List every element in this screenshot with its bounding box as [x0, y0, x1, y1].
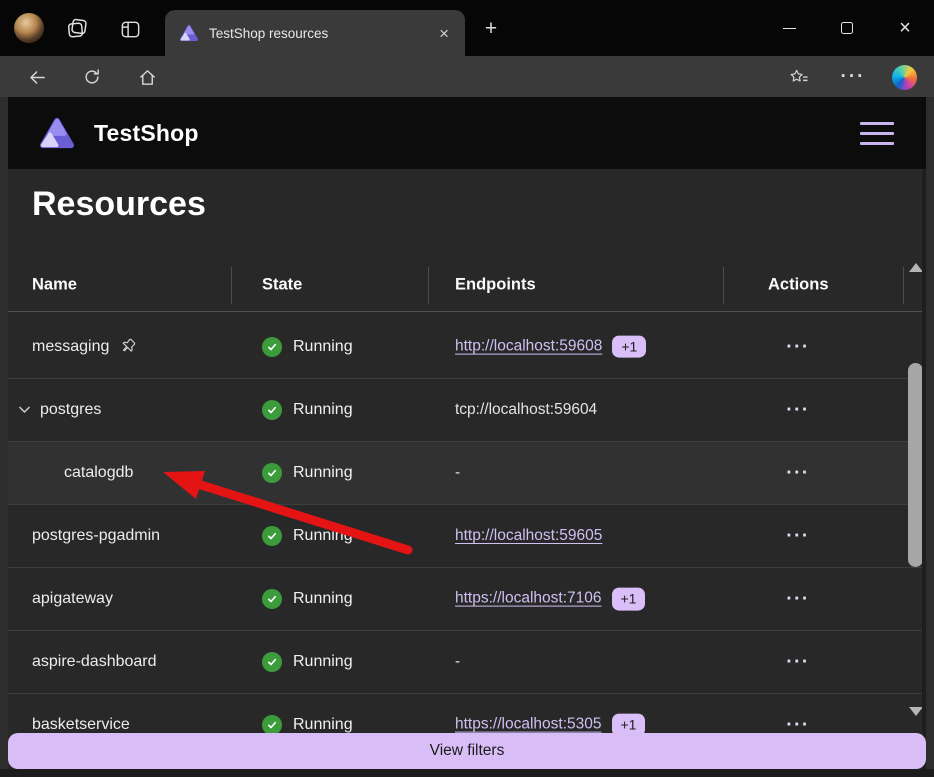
view-filters-button[interactable]: View filters — [8, 733, 926, 769]
resource-name: apigateway — [32, 590, 113, 608]
col-endpoints: Endpoints — [455, 275, 536, 294]
running-check-icon — [262, 715, 282, 735]
state-label: Running — [293, 653, 353, 671]
col-state: State — [262, 275, 302, 294]
col-actions: Actions — [768, 275, 829, 294]
running-check-icon — [262, 526, 282, 546]
profile-avatar[interactable] — [14, 13, 44, 43]
state-label: Running — [293, 527, 353, 545]
browser-window: TestShop resources × + × — [0, 0, 934, 777]
new-tab-button[interactable]: + — [478, 16, 504, 42]
table-header: Name State Endpoints Actions — [8, 258, 926, 312]
row-actions-button[interactable]: ··· — [786, 720, 809, 730]
favicon-testshop — [179, 24, 199, 42]
endpoint-link[interactable]: http://localhost:59608 — [455, 337, 602, 355]
resource-name: postgres-pgadmin — [32, 527, 160, 545]
running-check-icon — [262, 337, 282, 357]
bottom-strip — [0, 769, 934, 777]
state-label: Running — [293, 464, 353, 482]
state-label: Running — [293, 590, 353, 608]
table-row[interactable]: postgres-pgadmin Running http://localhos… — [8, 504, 926, 567]
resource-name: aspire-dashboard — [32, 653, 157, 671]
endpoint-text: tcp://localhost:59604 — [455, 401, 597, 419]
table-row[interactable]: apigateway Running https://localhost:710… — [8, 567, 926, 630]
row-actions-button[interactable]: ··· — [786, 342, 809, 352]
resources-panel: Resources Name State Endpoints Actions m… — [8, 169, 926, 777]
close-tab-icon[interactable]: × — [435, 23, 453, 44]
running-check-icon — [262, 652, 282, 672]
browser-tab-active[interactable]: TestShop resources × — [165, 10, 465, 56]
endpoint-count-badge[interactable]: +1 — [612, 588, 646, 611]
endpoint-text: - — [455, 464, 460, 482]
endpoint-text: - — [455, 653, 460, 671]
toolbar-more-button[interactable]: ··· — [840, 64, 866, 90]
refresh-button[interactable] — [79, 64, 105, 90]
endpoint-link[interactable]: https://localhost:7106 — [455, 590, 602, 608]
endpoint-link[interactable]: http://localhost:59605 — [455, 527, 602, 545]
table-row[interactable]: postgres Running tcp://localhost:59604 ·… — [8, 378, 926, 441]
chevron-down-icon[interactable] — [18, 406, 31, 415]
resource-name: catalogdb — [64, 464, 133, 482]
table-row[interactable]: catalogdb Running - ··· — [8, 441, 926, 504]
window-edge — [922, 169, 926, 777]
running-check-icon — [262, 463, 282, 483]
resource-name: basketservice — [32, 716, 130, 734]
app-header: TestShop — [8, 97, 926, 169]
table-row[interactable]: messaging Running http://localhost:59608… — [8, 315, 926, 378]
row-actions-button[interactable]: ··· — [786, 468, 809, 478]
page-body: TestShop Resources Name State Endpoints … — [0, 97, 934, 777]
maximize-button[interactable] — [826, 14, 868, 42]
scrollbar-thumb[interactable] — [908, 363, 923, 567]
app-brand: TestShop — [94, 120, 199, 147]
minimize-button[interactable] — [768, 14, 810, 42]
tab-actions-icon[interactable] — [117, 16, 143, 42]
state-label: Running — [293, 716, 353, 734]
endpoint-count-badge[interactable]: +1 — [612, 335, 646, 358]
home-button[interactable] — [134, 64, 160, 90]
table-row[interactable]: aspire-dashboard Running - ··· — [8, 630, 926, 693]
pin-icon — [119, 338, 136, 355]
row-actions-button[interactable]: ··· — [786, 594, 809, 604]
ellipsis-icon: ··· — [841, 66, 866, 88]
running-check-icon — [262, 400, 282, 420]
tab-strip: TestShop resources × + × — [0, 0, 934, 56]
state-label: Running — [293, 338, 353, 356]
row-actions-button[interactable]: ··· — [786, 657, 809, 667]
running-check-icon — [262, 589, 282, 609]
scrollbar-up-arrow[interactable] — [909, 263, 923, 272]
workspaces-icon[interactable] — [64, 16, 90, 42]
row-actions-button[interactable]: ··· — [786, 531, 809, 541]
endpoint-link[interactable]: https://localhost:5305 — [455, 716, 602, 734]
back-button[interactable] — [24, 64, 50, 90]
close-window-button[interactable]: × — [884, 14, 926, 42]
testshop-logo-icon — [38, 116, 76, 150]
minimize-icon — [783, 28, 796, 29]
favorites-hub-icon[interactable] — [786, 64, 812, 90]
col-name: Name — [32, 275, 77, 294]
page-title: Resources — [32, 185, 206, 224]
resource-name: postgres — [40, 401, 101, 419]
maximize-icon — [841, 22, 853, 34]
copilot-icon[interactable] — [891, 64, 917, 90]
row-actions-button[interactable]: ··· — [786, 405, 809, 415]
state-label: Running — [293, 401, 353, 419]
scrollbar-down-arrow[interactable] — [909, 707, 923, 716]
browser-toolbar: https://localhost:15887 ··· — [0, 56, 934, 97]
hamburger-menu-icon[interactable] — [856, 118, 898, 149]
tab-title: TestShop resources — [209, 26, 435, 41]
resource-name: messaging — [32, 338, 109, 356]
